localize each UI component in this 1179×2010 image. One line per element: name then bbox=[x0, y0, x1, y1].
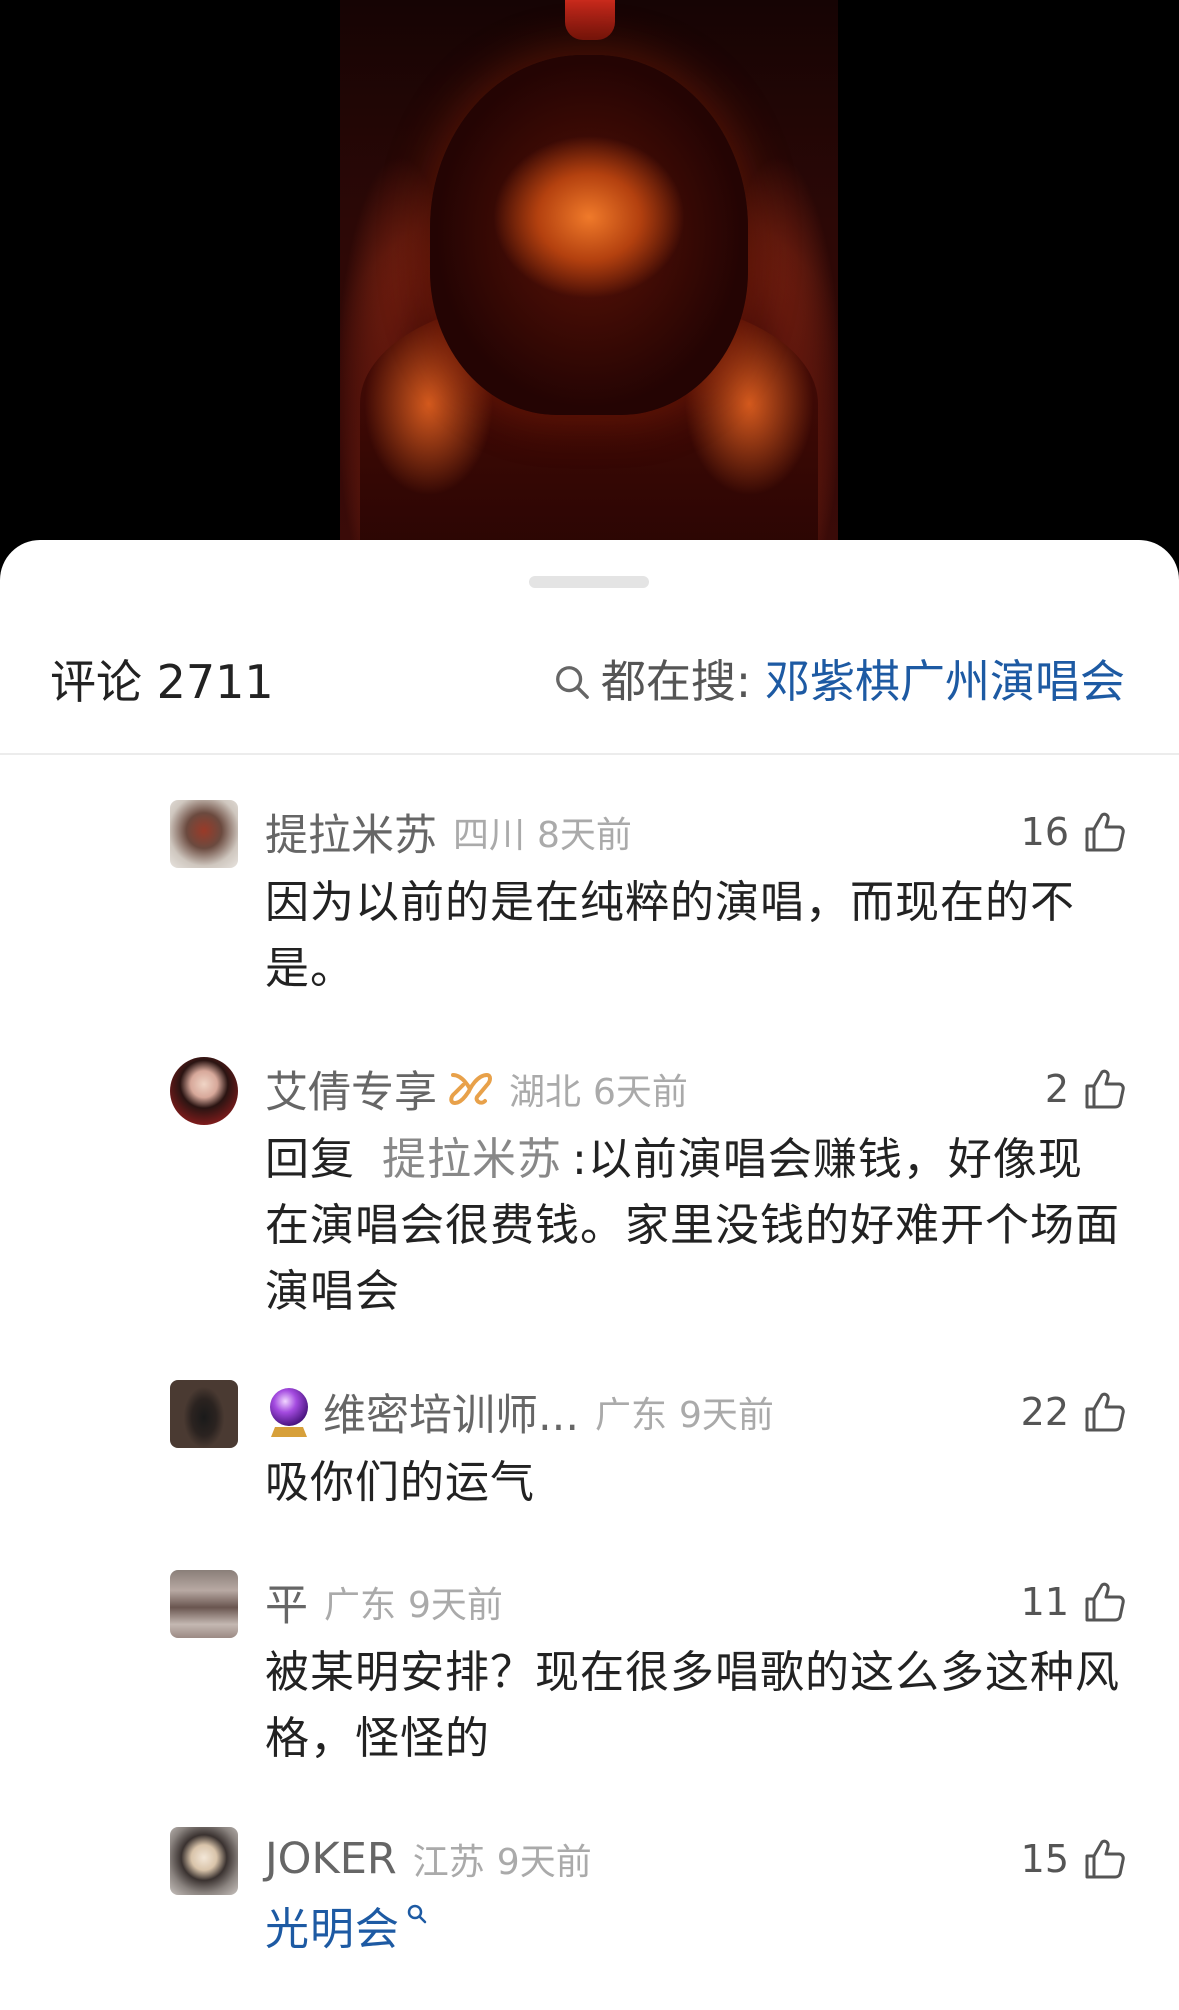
timestamp: 8天前 bbox=[537, 815, 632, 856]
like-count: 22 bbox=[1020, 1390, 1069, 1434]
hot-search-link[interactable]: 都在搜: 邓紫棋广州演唱会 bbox=[553, 655, 1125, 709]
username[interactable]: 提拉米苏 bbox=[265, 801, 437, 863]
video-frame-lion-sculpture[interactable] bbox=[340, 0, 838, 560]
location: 广东 bbox=[595, 1395, 668, 1436]
lion-head bbox=[430, 55, 748, 415]
thumbs-up-icon bbox=[1085, 1839, 1125, 1879]
comment-text: 被某明安排？现在很多唱歌的这么多这种风格，怪怪的 bbox=[265, 1647, 1120, 1764]
location: 广东 bbox=[324, 1585, 397, 1626]
avatar[interactable] bbox=[170, 1827, 238, 1895]
timestamp: 9天前 bbox=[408, 1585, 503, 1626]
location: 江苏 bbox=[412, 1842, 485, 1883]
hot-search-prefix: 都在搜: bbox=[600, 655, 751, 708]
search-icon bbox=[555, 666, 589, 699]
username[interactable]: JOKER bbox=[265, 1834, 397, 1884]
avatar[interactable] bbox=[170, 1057, 238, 1125]
comment-sheet: 评论 2711 都在搜: 邓紫棋广州演唱会 提拉米苏 四川 8天前 16 因为以… bbox=[0, 540, 1179, 2010]
like-count: 11 bbox=[1020, 1580, 1069, 1624]
like-button[interactable]: 11 bbox=[1021, 1576, 1127, 1628]
crystal-ball-icon bbox=[265, 1385, 313, 1439]
comment-text: 回复 提拉米苏:以前演唱会赚钱，好像现在演唱会很费钱。家里没钱的好难开个场面演唱… bbox=[265, 1127, 1125, 1325]
timestamp: 6天前 bbox=[593, 1072, 688, 1113]
like-button[interactable]: 2 bbox=[1045, 1063, 1127, 1115]
drag-handle[interactable] bbox=[529, 576, 649, 588]
video-player[interactable] bbox=[0, 0, 1179, 600]
comment-text-link[interactable]: 光明会 bbox=[265, 1897, 1125, 1963]
hot-search-keyword[interactable]: 邓紫棋广州演唱会 bbox=[765, 655, 1125, 709]
avatar[interactable] bbox=[170, 1380, 238, 1448]
username[interactable]: 维密培训师... bbox=[323, 1381, 579, 1443]
avatar[interactable] bbox=[170, 1570, 238, 1638]
like-button[interactable]: 16 bbox=[1021, 806, 1127, 858]
reply-prefix: 回复 bbox=[265, 1134, 355, 1185]
thumbs-up-icon bbox=[1085, 1069, 1125, 1109]
like-button[interactable]: 22 bbox=[1021, 1386, 1127, 1438]
thumbs-up-icon bbox=[1085, 1582, 1125, 1622]
timestamp: 9天前 bbox=[679, 1395, 774, 1436]
comment-text: 因为以前的是在纯粹的演唱，而现在的不是。 bbox=[265, 877, 1075, 994]
location: 湖北 bbox=[509, 1072, 582, 1113]
vip-ribbon-icon bbox=[447, 1069, 493, 1109]
like-count: 2 bbox=[1044, 1067, 1069, 1111]
comment-link-text[interactable]: 光明会 bbox=[265, 1904, 400, 1955]
username[interactable]: 艾倩专享 bbox=[265, 1058, 437, 1120]
performer-figure bbox=[565, 0, 615, 40]
thumbs-up-icon bbox=[1085, 812, 1125, 852]
reply-mention[interactable]: 提拉米苏 bbox=[382, 1134, 562, 1185]
search-icon bbox=[407, 1904, 427, 1924]
thumbs-up-icon bbox=[1085, 1392, 1125, 1432]
like-button[interactable]: 15 bbox=[1021, 1833, 1127, 1885]
avatar[interactable] bbox=[170, 800, 238, 868]
like-count: 15 bbox=[1020, 1837, 1069, 1881]
location: 四川 bbox=[453, 815, 526, 856]
comment-count-title: 评论 2711 bbox=[50, 655, 274, 709]
like-count: 16 bbox=[1020, 810, 1069, 854]
comment-text: 吸你们的运气 bbox=[265, 1457, 535, 1508]
timestamp: 9天前 bbox=[496, 1842, 592, 1883]
comment-header: 评论 2711 都在搜: 邓紫棋广州演唱会 bbox=[0, 655, 1179, 755]
username[interactable]: 平 bbox=[265, 1571, 308, 1633]
